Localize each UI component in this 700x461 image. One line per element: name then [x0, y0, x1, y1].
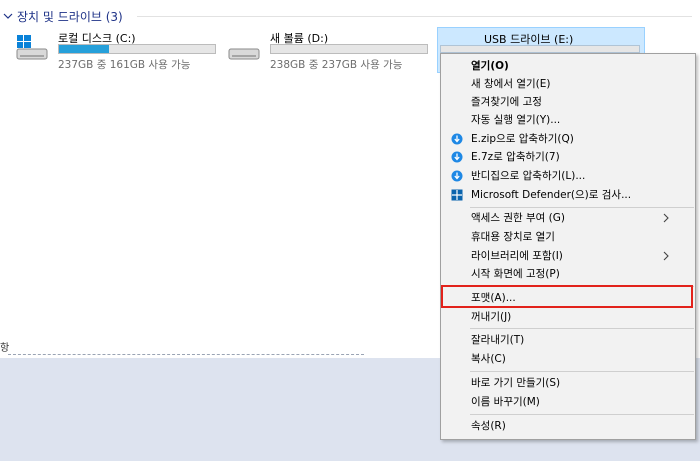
bandizip-icon	[451, 170, 463, 182]
menu-item-pin-start[interactable]: 시작 화면에 고정(P)	[441, 265, 695, 283]
menu-item-open-label: 열기(O)	[471, 60, 509, 72]
menu-item-autoplay[interactable]: 자동 실행 열기(Y)...	[441, 111, 695, 129]
menu-item-defender-scan-label: Microsoft Defender(으)로 검사...	[471, 189, 632, 201]
chevron-down-icon[interactable]	[2, 10, 14, 22]
menu-separator	[470, 414, 694, 415]
menu-item-autoplay-label: 자동 실행 열기(Y)...	[471, 114, 561, 126]
menu-item-give-access-label: 액세스 권한 부여 (G)	[471, 212, 565, 224]
section-title: 장치 및 드라이브 (3)	[17, 9, 123, 24]
menu-item-include-library[interactable]: 라이브러리에 포함(I)	[441, 247, 695, 265]
devices-section-header[interactable]: 장치 및 드라이브 (3)	[2, 8, 123, 24]
drive-c-usage-fill	[59, 45, 109, 53]
chevron-right-icon	[663, 251, 669, 261]
menu-item-rename-label: 이름 바꾸기(M)	[471, 396, 540, 408]
drive-d-usage-bar	[270, 44, 428, 54]
menu-item-defender-scan[interactable]: Microsoft Defender(으)로 검사...	[441, 186, 695, 204]
menu-item-compress-zip[interactable]: E.zip으로 압축하기(Q)	[441, 130, 695, 148]
menu-separator	[470, 371, 694, 372]
menu-item-eject[interactable]: 꺼내기(J)	[441, 308, 695, 326]
menu-item-create-shortcut[interactable]: 바로 가기 만들기(S)	[441, 374, 695, 392]
menu-item-open[interactable]: 열기(O)	[441, 57, 695, 75]
menu-item-include-library-label: 라이브러리에 포함(I)	[471, 250, 563, 262]
menu-item-eject-label: 꺼내기(J)	[471, 311, 512, 323]
menu-item-pin-start-label: 시작 화면에 고정(P)	[471, 268, 560, 280]
drive-c-usage-bar	[58, 44, 216, 54]
menu-separator	[470, 328, 694, 329]
menu-item-open-portable-label: 휴대용 장치로 열기	[471, 231, 555, 243]
context-menu: 열기(O) 새 창에서 열기(E) 즐겨찾기에 고정 자동 실행 열기(Y)..…	[440, 53, 696, 440]
menu-item-compress-bandizip-label: 반디집으로 압축하기(L)...	[471, 170, 586, 182]
menu-separator	[470, 207, 694, 208]
menu-item-properties[interactable]: 속성(R)	[441, 417, 695, 435]
drive-e-usage-bar	[440, 45, 640, 53]
dashed-divider	[8, 354, 364, 355]
section-divider	[137, 16, 692, 17]
format-highlight-box	[441, 285, 693, 308]
defender-shield-icon	[451, 189, 463, 201]
hard-drive-icon	[228, 48, 260, 60]
drive-c-info: 237GB 중 161GB 사용 가능	[58, 59, 191, 71]
menu-item-compress-7z[interactable]: E.7z로 압축하기(7)	[441, 148, 695, 166]
menu-item-create-shortcut-label: 바로 가기 만들기(S)	[471, 377, 561, 389]
status-bar-fragment: 항	[0, 343, 10, 354]
menu-item-open-portable[interactable]: 휴대용 장치로 열기	[441, 228, 695, 246]
menu-item-copy-label: 복사(C)	[471, 353, 506, 365]
menu-item-compress-7z-label: E.7z로 압축하기(7)	[471, 151, 560, 163]
menu-item-open-new-window[interactable]: 새 창에서 열기(E)	[441, 75, 695, 93]
menu-item-cut[interactable]: 잘라내기(T)	[441, 331, 695, 349]
bandizip-icon	[451, 133, 463, 145]
menu-item-compress-zip-label: E.zip으로 압축하기(Q)	[471, 133, 574, 145]
menu-item-give-access[interactable]: 액세스 권한 부여 (G)	[441, 209, 695, 227]
menu-item-compress-bandizip[interactable]: 반디집으로 압축하기(L)...	[441, 167, 695, 185]
menu-item-properties-label: 속성(R)	[471, 420, 506, 432]
menu-item-pin-quick-access-label: 즐겨찾기에 고정	[471, 96, 542, 108]
windows-drive-icon	[16, 35, 48, 60]
chevron-right-icon	[663, 213, 669, 223]
menu-item-open-new-window-label: 새 창에서 열기(E)	[471, 78, 551, 90]
menu-item-rename[interactable]: 이름 바꾸기(M)	[441, 393, 695, 411]
bandizip-icon	[451, 151, 463, 163]
menu-item-pin-quick-access[interactable]: 즐겨찾기에 고정	[441, 93, 695, 111]
menu-item-cut-label: 잘라내기(T)	[471, 334, 525, 346]
menu-item-copy[interactable]: 복사(C)	[441, 350, 695, 368]
drive-d-tile[interactable]: 새 볼륨 (D:) 238GB 중 237GB 사용 가능	[226, 30, 431, 72]
drive-c-tile[interactable]: 로컬 디스크 (C:) 237GB 중 161GB 사용 가능	[14, 30, 219, 72]
drive-d-info: 238GB 중 237GB 사용 가능	[270, 59, 403, 71]
